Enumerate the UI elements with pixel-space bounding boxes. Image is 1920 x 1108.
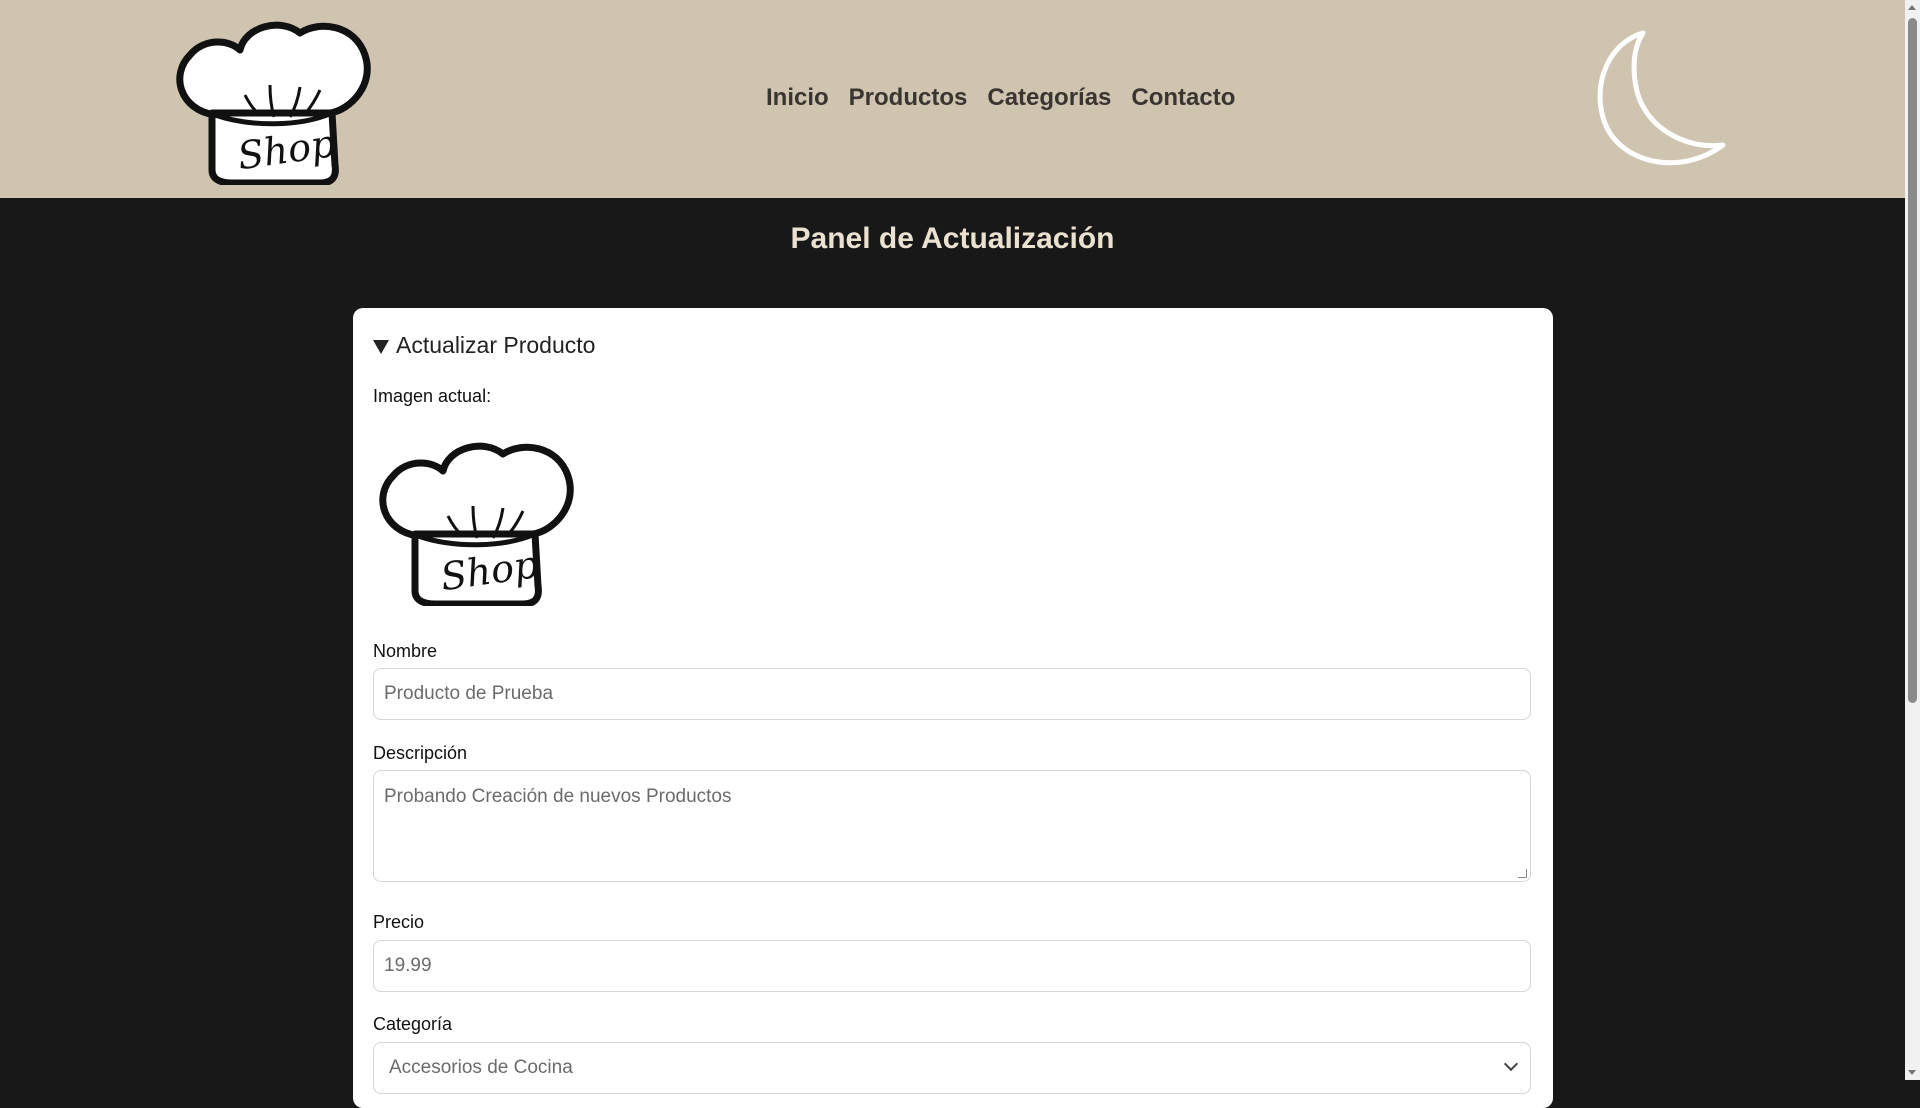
page-title: Panel de Actualización [790,222,1115,255]
descripcion-label: Descripción [373,743,468,763]
scrollbar-thumb[interactable] [1908,18,1917,703]
current-image-label: Imagen actual: [373,386,492,406]
nav-link-categorias[interactable]: Categorías [987,82,1111,114]
nombre-label: Nombre [373,641,438,661]
precio-label: Precio [373,912,425,932]
scroll-up-arrow-icon[interactable] [1908,5,1916,10]
page-scrollbar[interactable] [1905,0,1920,1080]
categoria-select[interactable]: Accesorios de Cocina [373,1042,1531,1094]
chevron-down-icon [1503,1056,1519,1072]
update-product-panel: Actualizar Producto Imagen actual: Shop … [353,308,1553,1108]
scroll-down-arrow-icon[interactable] [1908,1070,1916,1075]
descripcion-value: Probando Creación de nuevos Productos [384,786,732,807]
update-product-summary[interactable]: Actualizar Producto [373,332,595,359]
nav-link-productos[interactable]: Productos [849,82,968,114]
chef-hat-logo-icon[interactable]: Shop [170,15,375,185]
summary-label: Actualizar Producto [396,332,596,358]
categoria-label: Categoría [373,1014,453,1034]
moon-icon[interactable] [1588,25,1733,175]
descripcion-textarea[interactable]: Probando Creación de nuevos Productos [373,770,1531,882]
site-header: Shop Inicio Productos Categorías Contact… [0,0,1905,198]
disclosure-triangle-icon [373,339,389,354]
nombre-input[interactable]: Producto de Prueba [373,668,1531,720]
main-nav: Inicio Productos Categorías Contacto [766,82,1235,114]
precio-input[interactable]: 19.99 [373,940,1531,992]
product-image: Shop [379,442,574,606]
resize-handle-icon[interactable] [1518,869,1527,878]
categoria-selected-value: Accesorios de Cocina [389,1057,573,1078]
nav-link-inicio[interactable]: Inicio [766,82,829,114]
nav-link-contacto[interactable]: Contacto [1131,82,1235,114]
